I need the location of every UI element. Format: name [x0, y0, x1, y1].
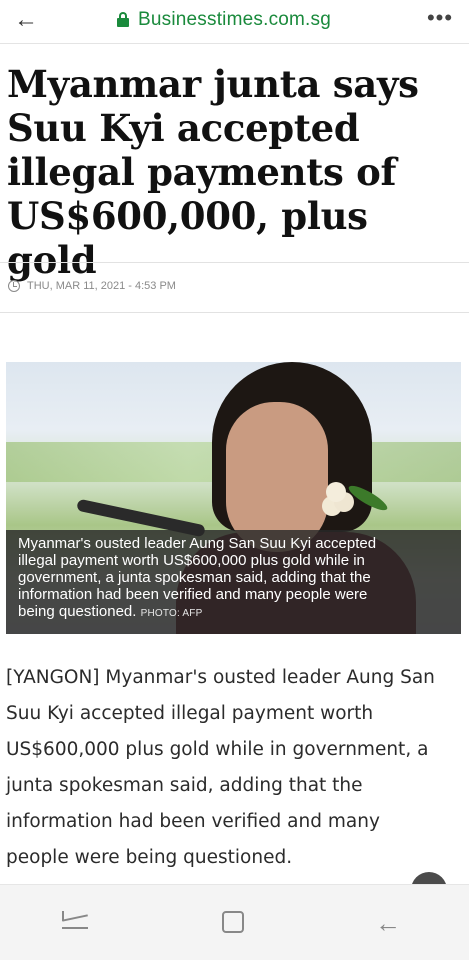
system-back-icon[interactable]: ←: [366, 903, 410, 943]
caption-last-line: being questioned.: [18, 603, 137, 620]
publish-date: THU, MAR 11, 2021 - 4:53 PM: [27, 280, 176, 292]
headline-line: Suu Kyi accepted: [7, 106, 360, 150]
article-headline: Myanmar junta says Suu Kyi accepted ille…: [7, 62, 457, 282]
clock-icon: [8, 280, 20, 292]
body-line: US$600,000 plus gold while in government…: [6, 739, 429, 760]
caption-line: Myanmar's ousted leader Aung San Suu Kyi…: [18, 535, 377, 552]
article-dateline: THU, MAR 11, 2021 - 4:53 PM: [8, 280, 176, 292]
hair-flower: [326, 482, 346, 502]
lock-icon: [116, 12, 130, 28]
body-line: Suu Kyi accepted illegal payment worth: [6, 703, 374, 724]
article-body: [YANGON] Myanmar's ousted leader Aung Sa…: [6, 660, 461, 876]
headline-line: US$600,000, plus gold: [7, 194, 368, 282]
caption-line: information had been verified and many p…: [18, 586, 368, 603]
photo-credit: PHOTO: AFP: [140, 608, 203, 619]
recent-apps-icon[interactable]: [54, 903, 98, 943]
url-text[interactable]: Businesstimes.com.sg: [138, 9, 331, 31]
browser-toolbar: ← Businesstimes.com.sg •••: [0, 0, 469, 44]
body-line: [YANGON] Myanmar's ousted leader Aung Sa…: [6, 667, 435, 688]
caption-line: illegal payment worth US$600,000 plus go…: [18, 552, 365, 569]
home-icon[interactable]: [212, 903, 256, 943]
body-line: information had been verified and many: [6, 811, 380, 832]
body-line: people were being questioned.: [6, 847, 293, 868]
photo-caption: Myanmar's ousted leader Aung San Suu Kyi…: [6, 530, 461, 634]
divider: [0, 312, 469, 313]
caption-line: being questioned. PHOTO: AFP: [18, 603, 451, 622]
back-arrow-icon[interactable]: ←: [10, 6, 42, 34]
body-line: junta spokesman said, adding that the: [6, 775, 363, 796]
headline-line: illegal payments of: [7, 150, 397, 194]
overflow-menu-icon[interactable]: •••: [423, 6, 457, 34]
caption-line: government, a junta spokesman said, addi…: [18, 569, 371, 586]
system-navigation-bar: ←: [0, 884, 469, 960]
divider: [0, 262, 469, 263]
headline-line: Myanmar junta says: [7, 62, 419, 106]
address-bar[interactable]: Businesstimes.com.sg: [116, 8, 331, 32]
